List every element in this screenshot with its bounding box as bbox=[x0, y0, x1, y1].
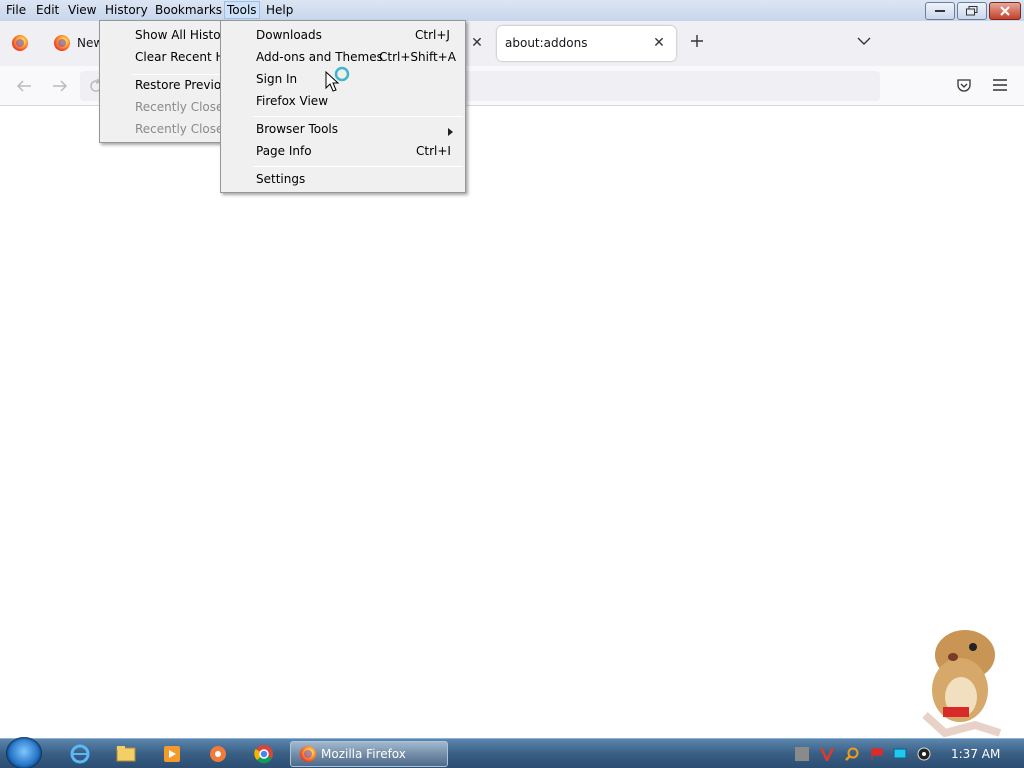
taskbar-firefox-button[interactable]: Mozilla Firefox bbox=[290, 741, 448, 767]
tab-about-addons[interactable]: about:addons ✕ bbox=[497, 26, 676, 61]
menu-item-recently-closed-windows: Recently Closed bbox=[135, 122, 232, 136]
shortcut-downloads: Ctrl+J bbox=[415, 28, 450, 42]
firefox-icon bbox=[300, 746, 316, 762]
close-icon[interactable]: ✕ bbox=[651, 35, 667, 51]
tools-menu: Downloads Ctrl+J Add-ons and Themes Ctrl… bbox=[220, 20, 466, 193]
menu-separator bbox=[132, 74, 227, 75]
menu-item-browser-tools[interactable]: Browser Tools bbox=[256, 122, 338, 136]
menu-bookmarks[interactable]: Bookmarks bbox=[155, 3, 222, 17]
menu-file[interactable]: File bbox=[6, 3, 26, 17]
menu-help[interactable]: Help bbox=[266, 3, 293, 17]
tray-monitor-icon[interactable] bbox=[893, 747, 907, 761]
hamster-mascot-icon bbox=[905, 615, 1017, 740]
close-icon[interactable]: ✕ bbox=[469, 35, 485, 51]
tray-search-icon[interactable] bbox=[845, 747, 859, 761]
firefox-icon bbox=[54, 35, 70, 51]
pocket-icon[interactable] bbox=[956, 77, 972, 96]
minimize-button[interactable] bbox=[925, 2, 955, 20]
menu-separator bbox=[253, 116, 463, 117]
tab-new[interactable]: New bbox=[44, 26, 103, 61]
tray-network-icon[interactable] bbox=[795, 747, 809, 761]
start-orb-icon[interactable] bbox=[6, 737, 42, 768]
chrome-icon[interactable] bbox=[246, 742, 282, 766]
submenu-arrow-icon bbox=[448, 125, 454, 139]
menu-edit[interactable]: Edit bbox=[36, 3, 59, 17]
close-window-button[interactable] bbox=[989, 2, 1021, 20]
back-arrow-icon[interactable] bbox=[15, 78, 33, 97]
app-icon[interactable] bbox=[200, 742, 236, 766]
restore-button[interactable] bbox=[957, 2, 987, 20]
forward-arrow-icon[interactable] bbox=[51, 78, 69, 97]
menu-item-page-info[interactable]: Page Info bbox=[256, 144, 312, 158]
menu-item-settings[interactable]: Settings bbox=[256, 172, 305, 186]
internet-explorer-icon[interactable] bbox=[62, 742, 98, 766]
menu-tools[interactable]: Tools bbox=[224, 1, 260, 19]
menu-item-show-all-history[interactable]: Show All History bbox=[135, 28, 233, 42]
menu-view[interactable]: View bbox=[68, 3, 96, 17]
taskbar: Mozilla Firefox 1:37 AM bbox=[0, 737, 1024, 768]
plus-icon[interactable] bbox=[689, 33, 705, 52]
menu-item-sign-in[interactable]: Sign In bbox=[256, 72, 297, 86]
menu-item-firefox-view[interactable]: Firefox View bbox=[256, 94, 328, 108]
menu-item-recently-closed-tabs: Recently Closed bbox=[135, 100, 232, 114]
menu-item-downloads[interactable]: Downloads bbox=[256, 28, 322, 42]
shortcut-addons-themes: Ctrl+Shift+A bbox=[379, 50, 456, 64]
media-player-icon[interactable] bbox=[154, 742, 190, 766]
history-menu: Show All History Clear Recent His Restor… bbox=[99, 20, 235, 143]
tray-flag-icon[interactable] bbox=[870, 747, 884, 761]
shortcut-page-info: Ctrl+I bbox=[416, 144, 451, 158]
menu-history[interactable]: History bbox=[105, 3, 148, 17]
folder-icon[interactable] bbox=[108, 742, 144, 766]
tab-label: about:addons bbox=[505, 36, 588, 50]
menu-item-addons-themes[interactable]: Add-ons and Themes bbox=[256, 50, 383, 64]
taskbar-firefox-label: Mozilla Firefox bbox=[321, 747, 406, 761]
firefox-icon[interactable] bbox=[12, 35, 28, 51]
clock[interactable]: 1:37 AM bbox=[951, 747, 1000, 761]
tray-volume-icon[interactable] bbox=[917, 747, 931, 761]
menu-separator bbox=[253, 166, 463, 167]
menu-bar: File Edit View History Bookmarks Tools H… bbox=[0, 0, 1024, 21]
hamburger-menu-icon[interactable] bbox=[992, 78, 1008, 95]
tray-v-icon[interactable] bbox=[819, 747, 835, 763]
mouse-cursor-icon bbox=[325, 66, 351, 97]
close-icon bbox=[1000, 6, 1010, 16]
chevron-down-icon[interactable] bbox=[856, 35, 872, 50]
restore-icon bbox=[966, 6, 978, 16]
minimize-icon bbox=[935, 10, 945, 12]
